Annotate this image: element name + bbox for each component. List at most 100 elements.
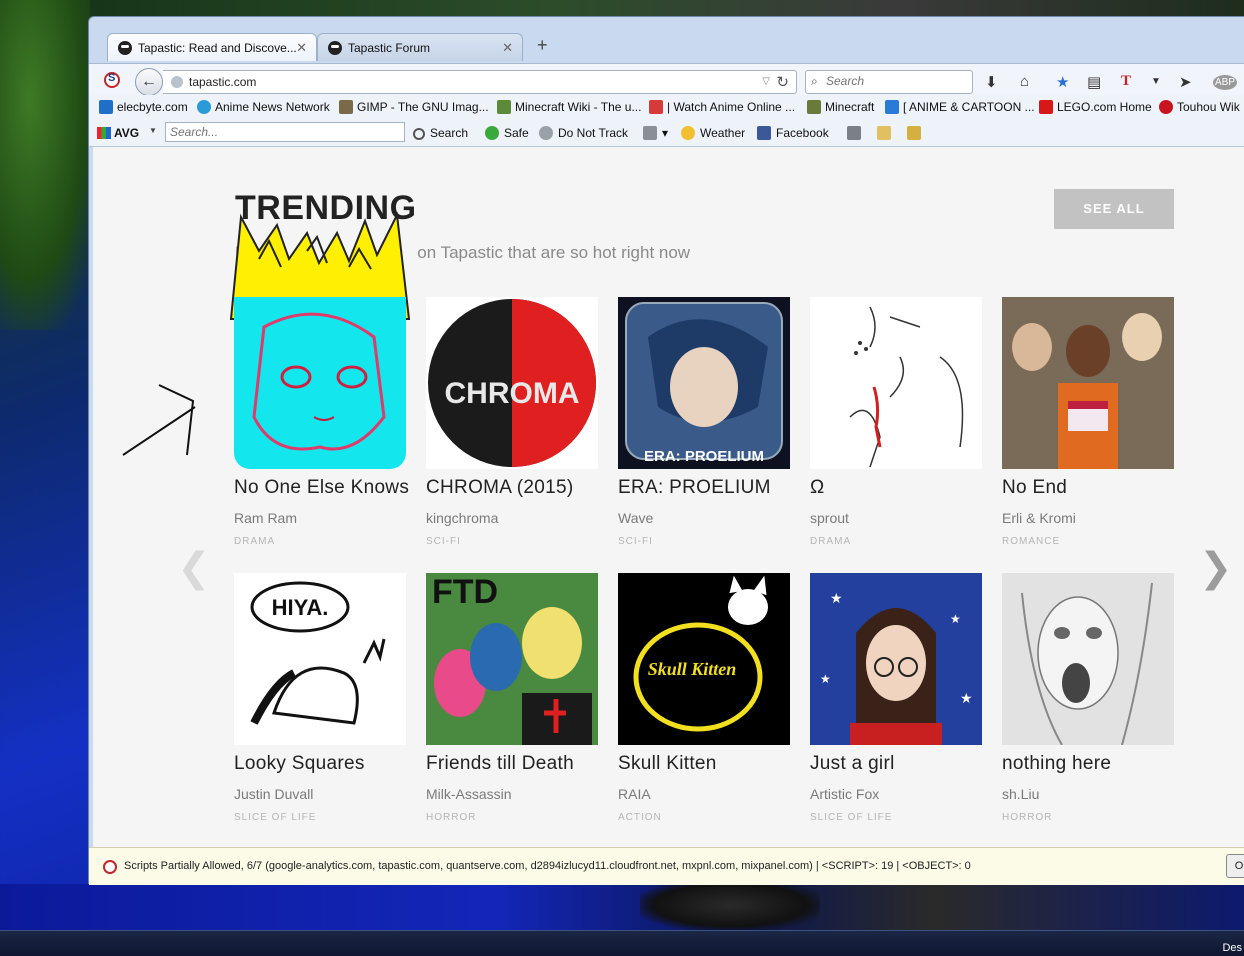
series-genre: SLICE OF LIFE [234,812,317,823]
series-title[interactable]: Just a girl [810,753,895,775]
series-author[interactable]: sh.Liu [1002,786,1039,802]
close-tab-icon[interactable]: ✕ [296,40,307,56]
avg-do-not-track-button[interactable]: Do Not Track [539,126,628,140]
previous-arrow-icon[interactable]: ❮ [177,545,211,591]
series-title[interactable]: ERA: PROELIUM [618,477,771,499]
t-addon-icon[interactable]: T [1121,73,1131,90]
series-title[interactable]: No End [1002,477,1067,499]
bookmarks-menu-icon[interactable]: ▤ [1087,73,1101,91]
bookmark-minecraft[interactable]: Minecraft [807,100,874,114]
avg-trash-button[interactable]: ▾ [643,126,668,140]
series-cover[interactable]: CHROMA [426,297,598,469]
bookmark-anime-cartoon[interactable]: [ ANIME & CARTOON ... [885,100,1035,114]
series-title[interactable]: Ω [810,477,825,499]
minecraft-favicon-icon [807,100,821,114]
send-icon[interactable]: ➤ [1179,73,1192,91]
search-box[interactable]: ⌕ [805,70,973,94]
anime-cartoon-favicon-icon [885,100,899,114]
noscript-icon[interactable] [104,72,120,88]
svg-text:FTD: FTD [432,573,498,611]
avg-safe-button[interactable]: Safe [485,126,529,140]
see-all-button[interactable]: SEE ALL [1054,189,1174,229]
series-title[interactable]: CHROMA (2015) [426,477,574,499]
reload-icon[interactable]: ↻ [776,73,789,91]
noscript-notification-bar: Scripts Partially Allowed, 6/7 (google-a… [89,847,1244,885]
series-cover[interactable] [1002,297,1174,469]
series-title[interactable]: nothing here [1002,753,1111,775]
series-cover[interactable] [1002,573,1174,745]
close-tab-icon[interactable]: ✕ [502,40,513,56]
eye-icon [539,126,553,140]
desktop-wallpaper [0,0,100,330]
trash-icon [643,126,657,140]
series-author[interactable]: Artistic Fox [810,786,879,802]
series-title[interactable]: Looky Squares [234,753,365,775]
series-cover[interactable] [810,297,982,469]
avg-weather-button[interactable]: Weather [681,126,745,140]
avg-calculator-button[interactable] [847,126,866,140]
avg-logo[interactable]: AVG [97,126,139,140]
bookmark-anime-news-network[interactable]: Anime News Network [197,100,330,114]
url-bar[interactable]: tapastic.com ▽ ↻ [163,70,797,94]
avg-dropdown-icon[interactable]: ▼ [149,126,157,135]
series-cover[interactable]: FTD [426,573,598,745]
tab-tapastic[interactable]: Tapastic: Read and Discove... ✕ [107,33,317,61]
series-author[interactable]: Wave [618,510,653,526]
bookmark-lego[interactable]: LEGO.com Home [1039,100,1152,114]
home-icon[interactable]: ⌂ [1020,73,1029,90]
avg-search-box[interactable] [165,122,405,142]
series-title[interactable]: No One Else Knows [234,477,409,499]
series-cover[interactable]: ERA: PROELIUM [618,297,790,469]
bookmark-star-icon[interactable]: ★ [1056,73,1069,91]
svg-text:★: ★ [960,690,973,706]
svg-text:★: ★ [950,612,961,626]
search-input[interactable] [826,74,966,88]
addon-dropdown-icon[interactable]: ▼ [1151,76,1161,87]
shield-check-icon [485,126,499,140]
tapastic-favicon-icon [118,41,132,55]
bookmark-elecbyte[interactable]: elecbyte.com [99,100,188,114]
noscript-options-button[interactable]: O [1226,854,1244,878]
avg-logo-icon [97,127,111,139]
series-title[interactable]: Friends till Death [426,753,574,775]
avg-screenshot-button[interactable] [907,126,926,140]
elecbyte-favicon-icon [99,100,113,114]
series-genre: DRAMA [234,536,276,547]
bookmark-gimp[interactable]: GIMP - The GNU Imag... [339,100,489,114]
next-arrow-icon[interactable]: ❯ [1199,545,1233,591]
series-cover[interactable]: HIYA. [234,573,406,745]
series-title[interactable]: Skull Kitten [618,753,717,775]
series-author[interactable]: Justin Duvall [234,786,313,802]
tab-tapastic-forum[interactable]: Tapastic Forum ✕ [317,33,523,61]
download-icon[interactable]: ⬇ [985,73,998,91]
series-author[interactable]: Erli & Kromi [1002,510,1076,526]
avg-facebook-button[interactable]: Facebook [757,126,829,140]
url-text[interactable]: tapastic.com [189,75,256,89]
url-dropdown-icon[interactable]: ▽ [762,76,770,87]
tapastic-favicon-icon [328,41,342,55]
bookmark-touhou-wiki[interactable]: Touhou Wik [1159,100,1240,114]
adblock-icon[interactable]: ABP [1213,75,1238,90]
arrow-doodle-icon [122,384,196,456]
series-author[interactable]: RAIA [618,786,651,802]
back-button[interactable]: ← [135,68,163,96]
series-cover[interactable]: ★ ★ ★ ★ [810,573,982,745]
bookmark-minecraft-wiki[interactable]: Minecraft Wiki - The u... [497,100,641,114]
site-identity-icon[interactable] [171,76,183,88]
series-cover[interactable]: Skull Kitten [618,573,790,745]
series-author[interactable]: Milk-Assassin [426,786,512,802]
avg-notepad-button[interactable] [877,126,896,140]
navigation-bar: ← tapastic.com ▽ ↻ ⌕ ⬇ ⌂ ★ ▤ T ▼ ➤ ABP [89,63,1244,96]
series-cover[interactable] [234,297,406,469]
avg-search-input[interactable] [170,125,398,139]
series-author[interactable]: sprout [810,510,849,526]
svg-text:CHROMA: CHROMA [445,377,580,410]
taskbar-desktop-label[interactable]: Des [1222,942,1242,954]
lego-favicon-icon [1039,100,1053,114]
series-author[interactable]: Ram Ram [234,510,297,526]
avg-search-button[interactable]: Search [413,126,468,140]
magnifier-icon [413,128,425,140]
bookmark-watch-anime[interactable]: | Watch Anime Online ... [649,100,795,114]
series-author[interactable]: kingchroma [426,510,498,526]
new-tab-icon[interactable]: + [537,35,548,56]
